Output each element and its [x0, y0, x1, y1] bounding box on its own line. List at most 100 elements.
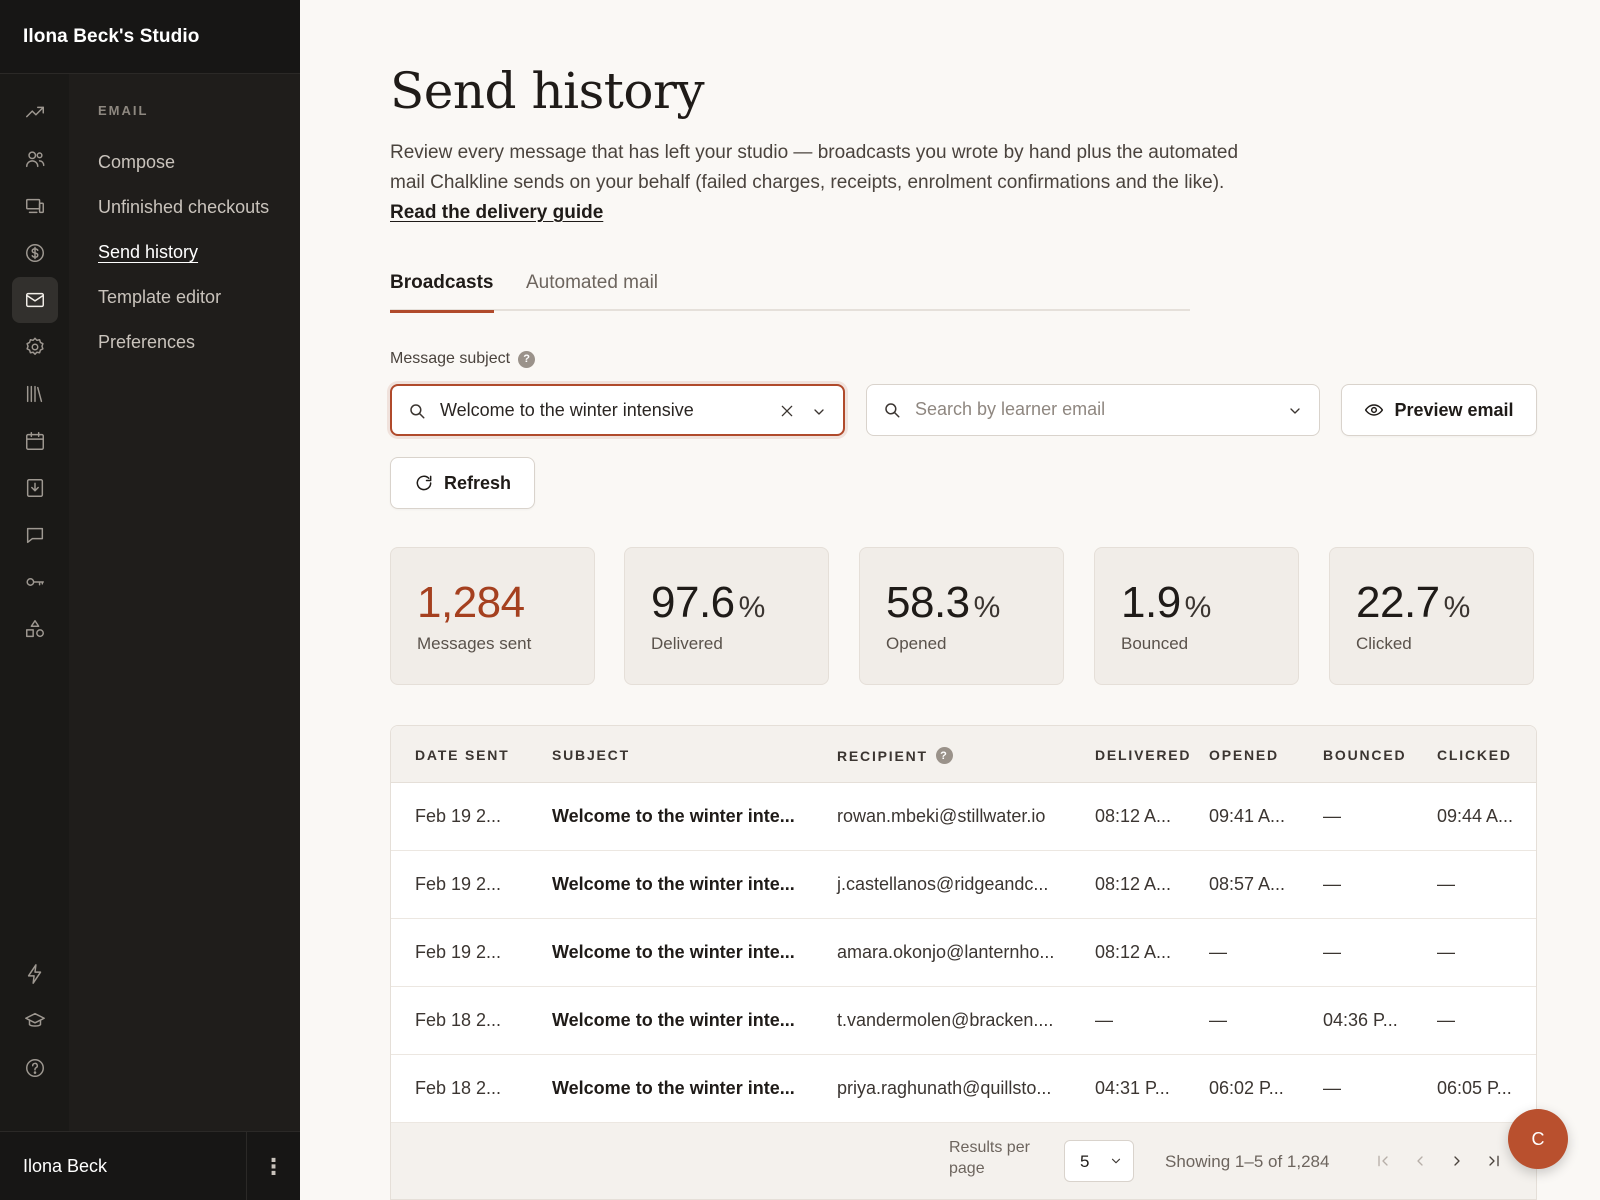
- tab-broadcasts[interactable]: Broadcasts: [390, 272, 494, 313]
- help-icon[interactable]: [12, 1045, 58, 1091]
- user-menu-button[interactable]: ⋮: [246, 1132, 300, 1200]
- chevron-down-icon[interactable]: [1287, 403, 1303, 419]
- stat-label: Opened: [886, 634, 947, 653]
- cell-opened: —: [1209, 942, 1227, 962]
- stat-label: Messages sent: [417, 634, 532, 653]
- stat-number: 1.9: [1121, 578, 1181, 627]
- cell-clicked: —: [1437, 942, 1455, 962]
- dollar-icon[interactable]: [12, 230, 58, 276]
- column-header-text: CLICKED: [1437, 747, 1512, 763]
- bolt-icon[interactable]: [12, 951, 58, 997]
- cell-subject: Welcome to the winter inte...: [552, 1078, 795, 1098]
- cell-subject: Welcome to the winter inte...: [552, 942, 795, 962]
- table-row[interactable]: Feb 19 2... Welcome to the winter inte..…: [391, 919, 1536, 987]
- sidebar-item-template-editor[interactable]: Template editor: [98, 287, 221, 308]
- next-page-icon[interactable]: [1447, 1150, 1467, 1172]
- cell-delivered: 08:12 A...: [1095, 806, 1172, 826]
- preview-email-button[interactable]: Preview email: [1341, 384, 1537, 436]
- table-row[interactable]: Feb 18 2... Welcome to the winter inte..…: [391, 1055, 1536, 1123]
- cell-bounced: 04:36 P...: [1323, 1010, 1398, 1030]
- cell-delivered: —: [1095, 1010, 1113, 1030]
- stat-unit: %: [738, 591, 766, 624]
- studio-header[interactable]: Ilona Beck's Studio: [0, 0, 300, 74]
- eye-icon: [1365, 404, 1384, 416]
- first-page-icon[interactable]: [1373, 1150, 1393, 1172]
- close-icon[interactable]: [779, 403, 795, 419]
- cell-recipient: t.vandermolen@bracken....: [837, 1010, 1054, 1030]
- column-header-recipient[interactable]: RECIPIENT?: [837, 747, 953, 764]
- table-row[interactable]: Feb 18 2... Welcome to the winter inte..…: [391, 987, 1536, 1055]
- pagination-summary: Showing 1–5 of 1,284: [1165, 1152, 1330, 1171]
- stat-label: Bounced: [1121, 634, 1189, 653]
- column-header-clicked[interactable]: CLICKED: [1437, 747, 1512, 763]
- stat-number: 58.3: [886, 578, 970, 627]
- subject-combobox[interactable]: Welcome to the winter intensive: [390, 384, 845, 436]
- download-icon[interactable]: [12, 465, 58, 511]
- help-icon[interactable]: ?: [935, 747, 953, 764]
- cell-delivered: 08:12 A...: [1095, 874, 1172, 894]
- graduation-cap-icon[interactable]: [12, 998, 58, 1044]
- cell-clicked: 06:05 P...: [1437, 1078, 1512, 1098]
- cell-clicked: —: [1437, 874, 1455, 894]
- column-header-opened[interactable]: OPENED: [1209, 747, 1279, 763]
- cell-delivered: 08:12 A...: [1095, 942, 1172, 962]
- column-header-delivered[interactable]: DELIVERED: [1095, 747, 1191, 763]
- column-header-text: BOUNCED: [1323, 747, 1407, 763]
- cell-recipient: j.castellanos@ridgeandc...: [837, 874, 1049, 894]
- sidebar-item-compose[interactable]: Compose: [98, 152, 175, 173]
- cell-subject: Welcome to the winter inte...: [552, 874, 795, 894]
- stat-card-bounced: 1.9% Bounced: [1094, 547, 1299, 685]
- stat-label: Delivered: [651, 634, 723, 653]
- sidebar-item-unfinished-checkouts[interactable]: Unfinished checkouts: [98, 197, 269, 218]
- column-header-date-sent[interactable]: DATE SENT: [415, 747, 510, 763]
- learner-email-combobox[interactable]: Search by learner email: [866, 384, 1320, 436]
- column-header-bounced[interactable]: BOUNCED: [1323, 747, 1406, 763]
- table-row[interactable]: Feb 19 2... Welcome to the winter inte..…: [391, 783, 1536, 851]
- page-title: Send history: [390, 62, 705, 120]
- mail-icon[interactable]: [12, 277, 58, 323]
- cell-date-sent: Feb 18 2...: [415, 1010, 502, 1030]
- tab-automated-mail[interactable]: Automated mail: [526, 272, 658, 313]
- learner-email-placeholder[interactable]: Search by learner email: [915, 399, 1105, 420]
- last-page-icon[interactable]: [1484, 1150, 1504, 1172]
- page-description-text: Review every message that has left your …: [390, 142, 1239, 193]
- library-icon[interactable]: [12, 371, 58, 417]
- column-header-text: OPENED: [1209, 747, 1279, 763]
- column-header-text: RECIPIENT: [837, 747, 928, 764]
- trend-icon[interactable]: [12, 89, 58, 135]
- stat-label: Clicked: [1356, 634, 1412, 653]
- cell-clicked: —: [1437, 1010, 1455, 1030]
- cell-bounced: —: [1323, 806, 1341, 826]
- table-row[interactable]: Feb 19 2... Welcome to the winter inte..…: [391, 851, 1536, 919]
- sidebar: Ilona Beck's Studio EMAIL Compose Unfini…: [0, 0, 300, 1200]
- cell-clicked: 09:44 A...: [1437, 806, 1514, 826]
- sidebar-item-preferences[interactable]: Preferences: [98, 332, 195, 353]
- results-per-page-select[interactable]: 5: [1064, 1140, 1134, 1182]
- subject-input-value[interactable]: Welcome to the winter intensive: [440, 400, 694, 421]
- stat-value: 22.7%: [1356, 578, 1470, 628]
- send-history-table: DATE SENT SUBJECT RECIPIENT? DELIVERED O…: [390, 725, 1537, 1200]
- chevron-down-icon[interactable]: [811, 404, 827, 420]
- refresh-label: Refresh: [443, 472, 512, 493]
- icon-rail: [0, 74, 69, 1131]
- devices-icon[interactable]: [12, 183, 58, 229]
- column-header-subject[interactable]: SUBJECT: [552, 747, 630, 763]
- user-name[interactable]: Ilona Beck: [23, 1156, 107, 1177]
- chat-icon[interactable]: [12, 512, 58, 558]
- table-header: DATE SENT SUBJECT RECIPIENT? DELIVERED O…: [391, 726, 1536, 783]
- key-icon[interactable]: [12, 559, 58, 605]
- delivery-guide-link[interactable]: Read the delivery guide: [390, 202, 603, 223]
- sidebar-item-send-history[interactable]: Send history: [98, 242, 198, 263]
- stat-card-messages-sent: 1,284 Messages sent: [390, 547, 595, 685]
- previous-page-icon[interactable]: [1410, 1150, 1430, 1172]
- shapes-icon[interactable]: [12, 606, 58, 652]
- cell-recipient: priya.raghunath@quillsto...: [837, 1078, 1052, 1098]
- refresh-button[interactable]: Refresh: [390, 457, 535, 509]
- chat-launcher-button[interactable]: C: [1508, 1109, 1568, 1169]
- results-per-page-value: 5: [1080, 1152, 1090, 1171]
- stat-card-clicked: 22.7% Clicked: [1329, 547, 1534, 685]
- help-icon[interactable]: ?: [518, 350, 536, 368]
- calendar-icon[interactable]: [12, 418, 58, 464]
- people-icon[interactable]: [12, 136, 58, 182]
- gear-icon[interactable]: [12, 324, 58, 370]
